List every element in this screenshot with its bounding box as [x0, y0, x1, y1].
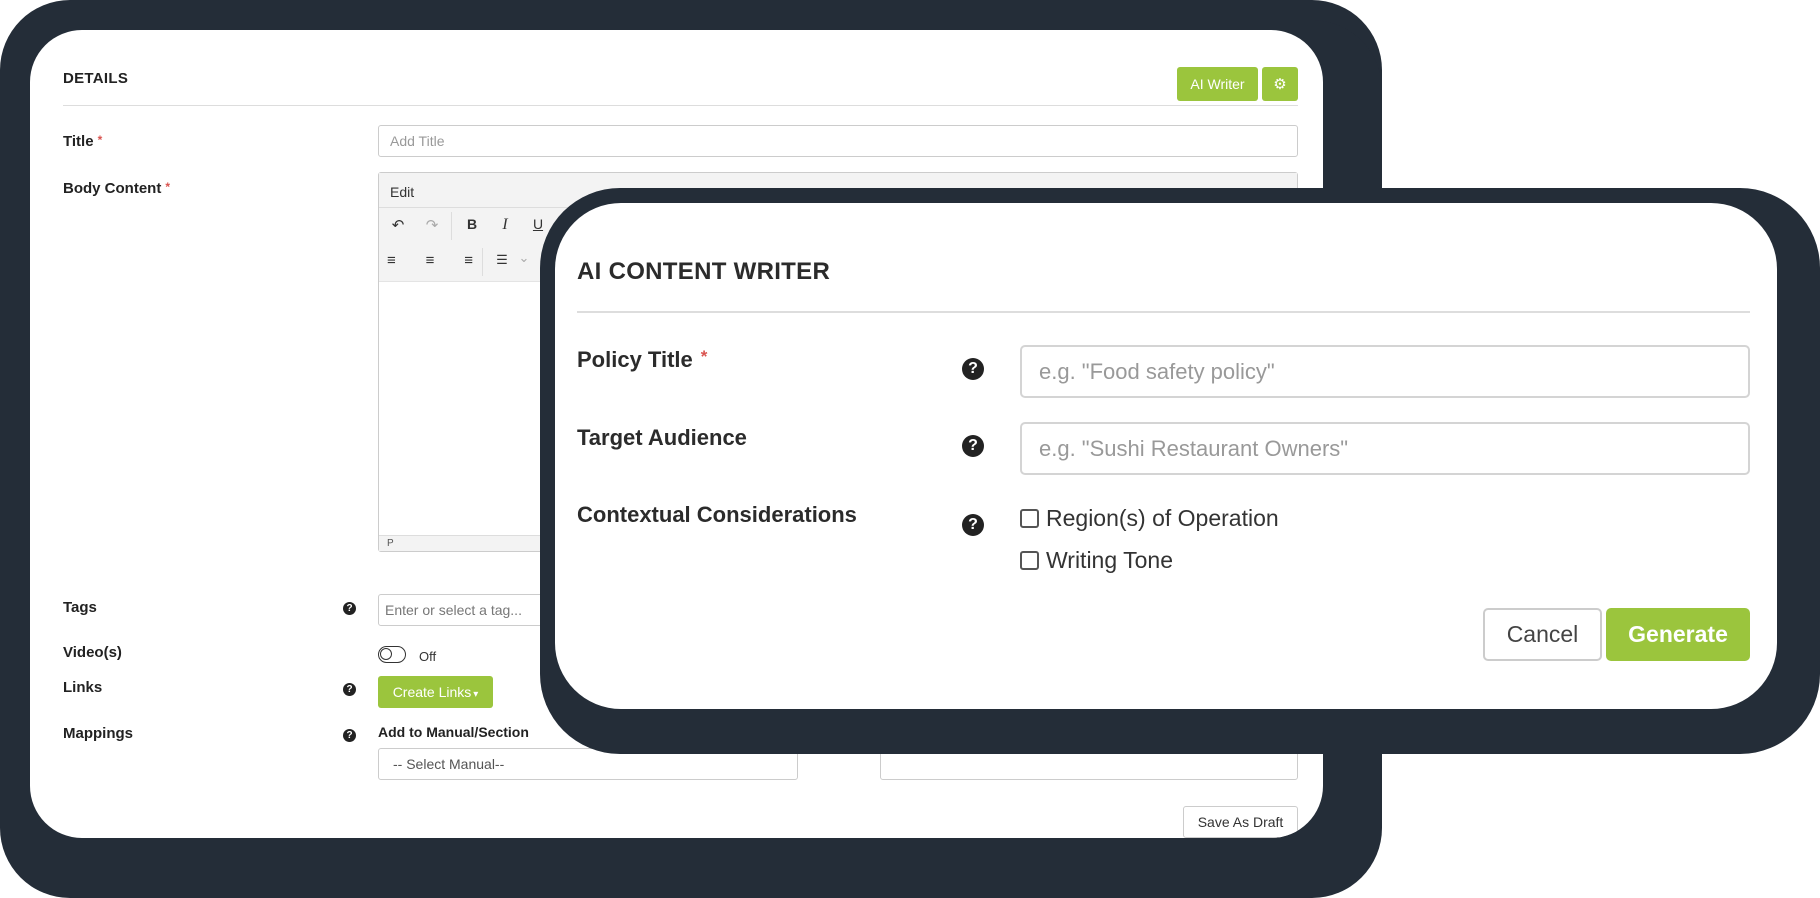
settings-button[interactable]: ⚙: [1262, 67, 1298, 101]
mappings-help-icon[interactable]: ?: [343, 729, 356, 742]
target-audience-label: Target Audience: [577, 425, 747, 450]
bullet-list-icon[interactable]: ☰: [491, 252, 513, 268]
videos-label: Video(s): [63, 644, 122, 661]
title-label: Title *: [63, 133, 103, 150]
contextual-considerations-help-icon[interactable]: ?: [962, 514, 984, 536]
redo-icon[interactable]: ↷: [421, 216, 443, 234]
target-audience-input[interactable]: [1020, 422, 1750, 475]
contextual-considerations-label: Contextual Considerations: [577, 502, 857, 527]
modal-divider: [577, 311, 1750, 313]
tags-label: Tags: [63, 599, 97, 616]
toolbar-separator: [451, 212, 452, 240]
toolbar-separator: [482, 248, 483, 276]
tags-help-icon[interactable]: ?: [343, 602, 356, 615]
required-marker: *: [700, 347, 708, 366]
undo-icon[interactable]: ↶: [387, 216, 409, 234]
links-help-icon[interactable]: ?: [343, 683, 356, 696]
bold-icon[interactable]: B: [461, 216, 483, 232]
toggle-knob: [380, 648, 392, 660]
align-right-icon[interactable]: ≡: [451, 252, 473, 269]
mappings-label: Mappings: [63, 725, 133, 742]
list-dropdown-icon[interactable]: ⌄: [513, 250, 535, 266]
title-input[interactable]: [378, 125, 1298, 157]
underline-icon[interactable]: U: [527, 216, 549, 232]
required-marker: *: [97, 133, 103, 147]
required-marker: *: [165, 180, 170, 194]
policy-title-label: Policy Title *: [577, 347, 708, 372]
details-divider: [63, 105, 1298, 106]
region-of-operation-option[interactable]: Region(s) of Operation: [1020, 505, 1279, 532]
writing-tone-option[interactable]: Writing Tone: [1020, 547, 1173, 574]
align-center-icon[interactable]: ≡: [419, 252, 441, 269]
caret-down-icon: ▾: [473, 689, 479, 700]
ai-content-writer-modal: AI CONTENT WRITER Policy Title* ? Target…: [555, 203, 1777, 709]
region-of-operation-label: Region(s) of Operation: [1046, 505, 1279, 531]
cancel-button[interactable]: Cancel: [1483, 608, 1602, 661]
links-label: Links: [63, 679, 103, 696]
body-content-label: Body Content *: [63, 180, 170, 197]
policy-title-help-icon[interactable]: ?: [962, 358, 984, 380]
target-audience-help-icon[interactable]: ?: [962, 435, 984, 457]
italic-icon[interactable]: I: [494, 216, 516, 234]
align-left-icon[interactable]: ≡: [387, 252, 409, 269]
region-of-operation-checkbox[interactable]: [1020, 509, 1039, 528]
save-as-draft-button[interactable]: Save As Draft: [1183, 806, 1298, 838]
videos-toggle-state: Off: [419, 649, 437, 664]
videos-toggle[interactable]: [378, 646, 406, 663]
generate-button[interactable]: Generate: [1606, 608, 1750, 661]
writing-tone-checkbox[interactable]: [1020, 551, 1039, 570]
modal-title: AI CONTENT WRITER: [577, 258, 831, 285]
policy-title-input[interactable]: [1020, 345, 1750, 398]
ai-writer-button[interactable]: AI Writer: [1177, 67, 1258, 101]
create-links-button[interactable]: Create Links ▾: [378, 676, 493, 708]
gear-icon: ⚙: [1273, 76, 1287, 93]
details-section-title: DETAILS: [63, 70, 129, 87]
add-to-manual-label: Add to Manual/Section: [378, 724, 529, 740]
writing-tone-label: Writing Tone: [1046, 547, 1173, 573]
